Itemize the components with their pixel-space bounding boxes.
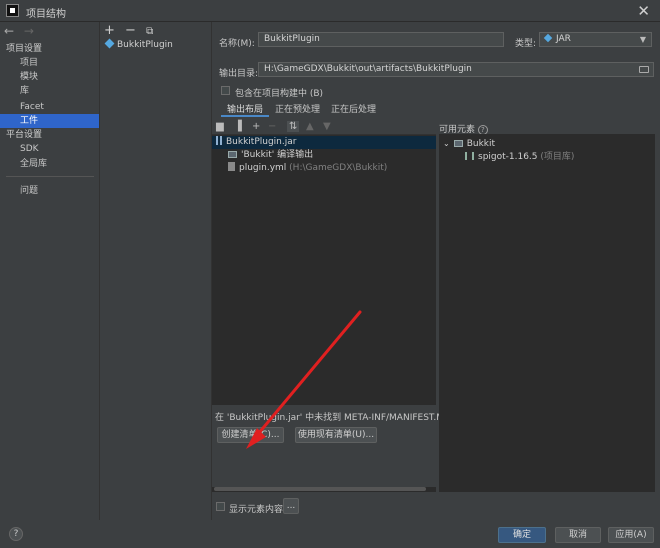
annotation-arrow-line bbox=[251, 310, 362, 442]
annotation-arrow bbox=[246, 310, 362, 449]
annotation-arrowhead bbox=[246, 428, 266, 449]
